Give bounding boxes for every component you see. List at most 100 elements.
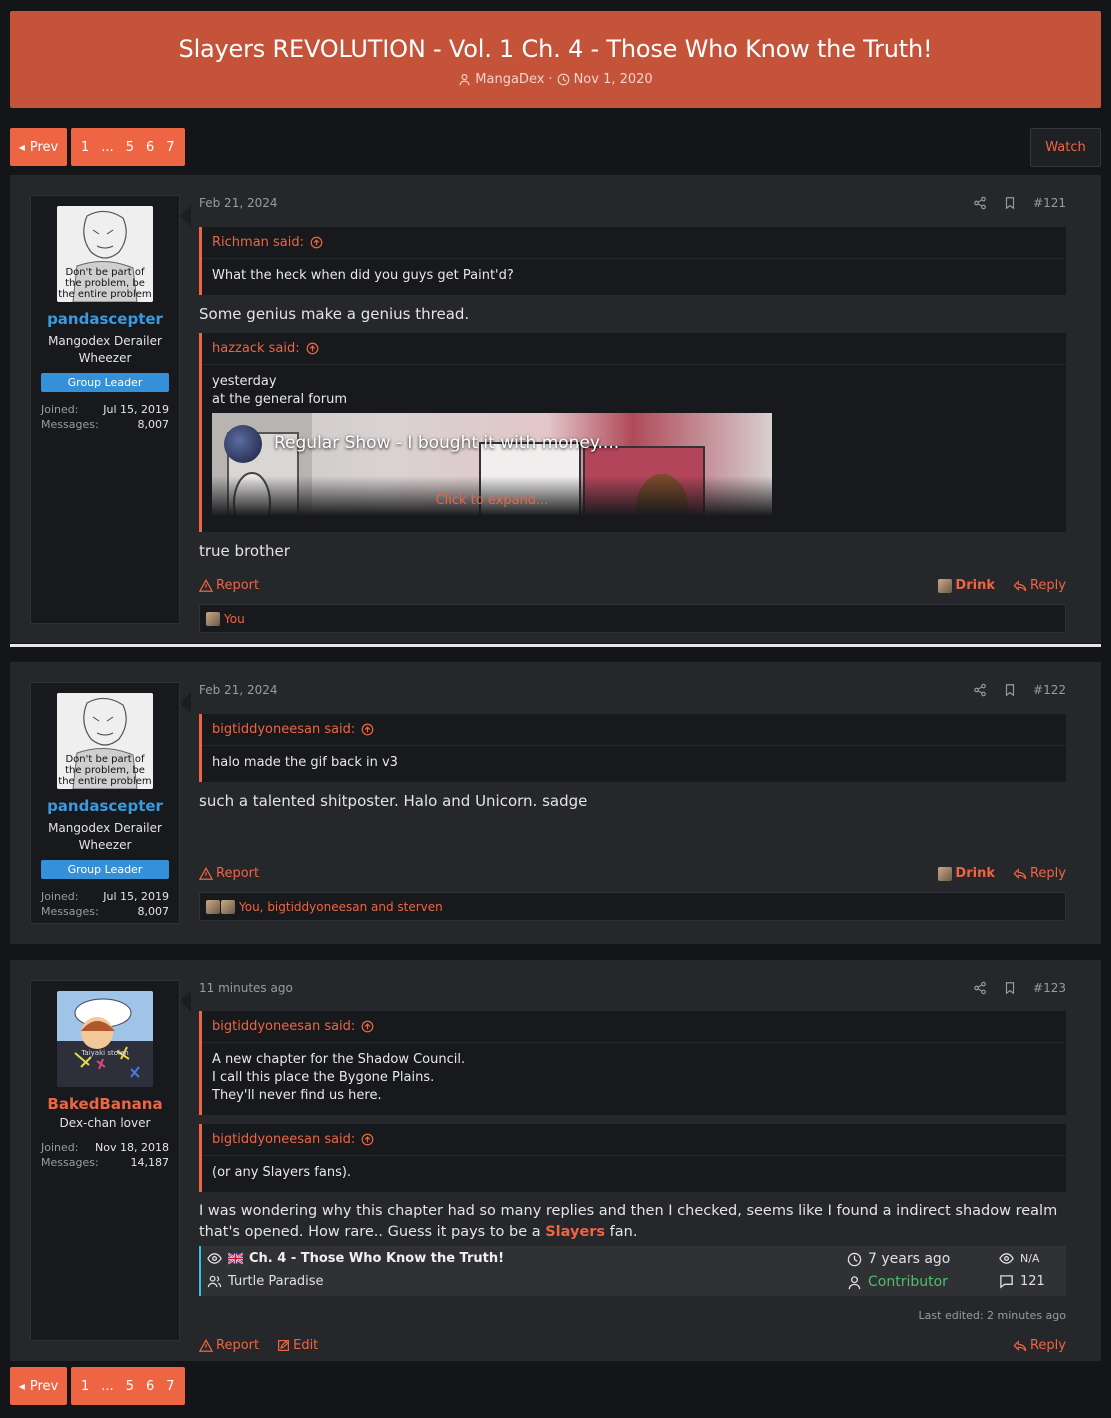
chapter-card[interactable]: Ch. 4 - Those Who Know the Truth! Turtle… (199, 1246, 1066, 1296)
drink-reaction-button[interactable]: Drink (938, 866, 995, 881)
arrow-up-circle-icon[interactable] (310, 236, 323, 249)
reactions-text[interactable]: You (224, 612, 245, 626)
messages-label: Messages: (41, 905, 99, 918)
page-link[interactable]: 1 (75, 140, 95, 155)
quote-author[interactable]: bigtiddyoneesan said: (212, 722, 355, 737)
prev-page-button[interactable]: ◀ Prev (10, 128, 67, 166)
report-link[interactable]: Report (199, 1338, 259, 1353)
quote-text: (or any Slayers fans). (212, 1165, 352, 1180)
username[interactable]: pandascepter (31, 310, 179, 328)
pagination-top: ◀ Prev 1 ... 5 6 7 (10, 128, 185, 166)
messages-label: Messages: (41, 418, 99, 431)
uk-flag-icon (228, 1252, 243, 1265)
reply-link[interactable]: Reply (1013, 1338, 1066, 1353)
post-number[interactable]: #121 (1033, 196, 1066, 210)
chapter-group[interactable]: Turtle Paradise (228, 1274, 324, 1289)
post-arrow (180, 205, 191, 227)
post-text: true brother (199, 542, 290, 560)
username[interactable]: pandascepter (31, 797, 179, 815)
eye-icon (207, 1253, 222, 1264)
thread-date[interactable]: Nov 1, 2020 (574, 72, 653, 87)
bookmark-icon[interactable] (1003, 981, 1017, 995)
thread-author[interactable]: MangaDex (475, 72, 544, 87)
post-date[interactable]: Feb 21, 2024 (199, 196, 278, 210)
share-icon[interactable] (973, 981, 987, 995)
embed-title[interactable]: Regular Show - I bought it with money...… (274, 434, 619, 452)
page-link[interactable]: 5 (120, 1379, 140, 1394)
click-to-expand[interactable]: Click to expand... (212, 492, 772, 510)
group-icon (207, 1275, 222, 1288)
drink-icon (938, 866, 953, 881)
video-embed[interactable]: Regular Show - I bought it with money...… (212, 413, 772, 516)
page-link[interactable]: 6 (140, 140, 160, 155)
chapter-uploader[interactable]: Contributor (868, 1274, 948, 1290)
warning-icon (199, 578, 213, 592)
quote-author[interactable]: bigtiddyoneesan said: (212, 1132, 355, 1147)
joined-label: Joined: (41, 403, 79, 416)
quote-author[interactable]: hazzack said: (212, 341, 300, 356)
quote-header[interactable]: hazzack said: (202, 333, 1066, 365)
page-ellipsis[interactable]: ... (95, 1379, 119, 1394)
quote-author[interactable]: bigtiddyoneesan said: (212, 1019, 355, 1034)
quote-header[interactable]: Richman said: (202, 227, 1066, 259)
post-number[interactable]: #123 (1033, 981, 1066, 995)
pagination-bottom: ◀ Prev 1 ... 5 6 7 (10, 1367, 185, 1405)
bookmark-icon[interactable] (1003, 683, 1017, 697)
post-date[interactable]: Feb 21, 2024 (199, 683, 278, 697)
highlight-link[interactable]: Slayers (545, 1224, 605, 1240)
edit-icon (278, 1340, 290, 1351)
quote-author[interactable]: Richman said: (212, 235, 304, 250)
share-icon[interactable] (973, 683, 987, 697)
quote-text: yesterday at the general forum Regular S… (202, 365, 1066, 532)
page-link[interactable]: 5 (120, 140, 140, 155)
page-link[interactable]: 7 (160, 1379, 180, 1394)
arrow-up-circle-icon[interactable] (306, 342, 319, 355)
arrow-up-circle-icon[interactable] (361, 723, 374, 736)
reply-link[interactable]: Reply (1013, 866, 1066, 881)
user-icon (459, 74, 470, 86)
avatar-caption: Don't be part of the problem, be the ent… (58, 754, 152, 787)
page-link[interactable]: 7 (160, 140, 180, 155)
quote-block: bigtiddyoneesan said: halo made the gif … (199, 714, 1066, 782)
avatar[interactable]: Don't be part of the problem, be the ent… (57, 693, 153, 789)
quote-header[interactable]: bigtiddyoneesan said: (202, 1011, 1066, 1043)
quote-header[interactable]: bigtiddyoneesan said: (202, 1124, 1066, 1156)
post-122: Don't be part of the problem, be the ent… (10, 662, 1101, 944)
user-badge: Group Leader (41, 373, 169, 392)
quote-block: hazzack said: yesterday at the general f… (199, 333, 1066, 532)
chapter-comments[interactable]: 121 (1020, 1274, 1045, 1289)
username[interactable]: BakedBanana (31, 1095, 179, 1113)
avatar-art (57, 991, 153, 1087)
avatar[interactable]: Don't be part of the problem, be the ent… (57, 206, 153, 302)
quote-block: bigtiddyoneesan said: (or any Slayers fa… (199, 1124, 1066, 1192)
messages-value: 14,187 (130, 1156, 170, 1169)
page-link[interactable]: 6 (140, 1379, 160, 1394)
last-edited[interactable]: Last edited: 2 minutes ago (199, 1309, 1066, 1322)
post-date[interactable]: 11 minutes ago (199, 981, 293, 995)
quote-header[interactable]: bigtiddyoneesan said: (202, 714, 1066, 746)
report-link[interactable]: Report (199, 578, 259, 593)
avatar[interactable]: Taiyaki stolen (57, 991, 153, 1087)
prev-page-button[interactable]: ◀ Prev (10, 1367, 67, 1405)
share-icon[interactable] (973, 196, 987, 210)
quote-text: A new chapter for the Shadow Council. I … (212, 1052, 466, 1103)
chapter-views: N/A (1020, 1252, 1040, 1265)
report-link[interactable]: Report (199, 866, 259, 881)
arrow-up-circle-icon[interactable] (361, 1020, 374, 1033)
chapter-title[interactable]: Ch. 4 - Those Who Know the Truth! (249, 1251, 504, 1266)
watch-button[interactable]: Watch (1030, 128, 1101, 167)
edit-link[interactable]: Edit (277, 1338, 318, 1353)
quote-text: What the heck when did you guys get Pain… (212, 268, 514, 283)
reactions-bar[interactable]: You (199, 604, 1066, 633)
page-link[interactable]: 1 (75, 1379, 95, 1394)
post-number[interactable]: #122 (1033, 683, 1066, 697)
reactions-text[interactable]: You, bigtiddyoneesan and sterven (239, 900, 443, 914)
arrow-up-circle-icon[interactable] (361, 1133, 374, 1146)
page-ellipsis[interactable]: ... (95, 140, 119, 155)
drink-reaction-button[interactable]: Drink (938, 578, 995, 593)
bookmark-icon[interactable] (1003, 196, 1017, 210)
reactions-bar[interactable]: You, bigtiddyoneesan and sterven (199, 892, 1066, 921)
joined-label: Joined: (41, 1141, 79, 1154)
reply-link[interactable]: Reply (1013, 578, 1066, 593)
warning-icon (199, 866, 213, 880)
